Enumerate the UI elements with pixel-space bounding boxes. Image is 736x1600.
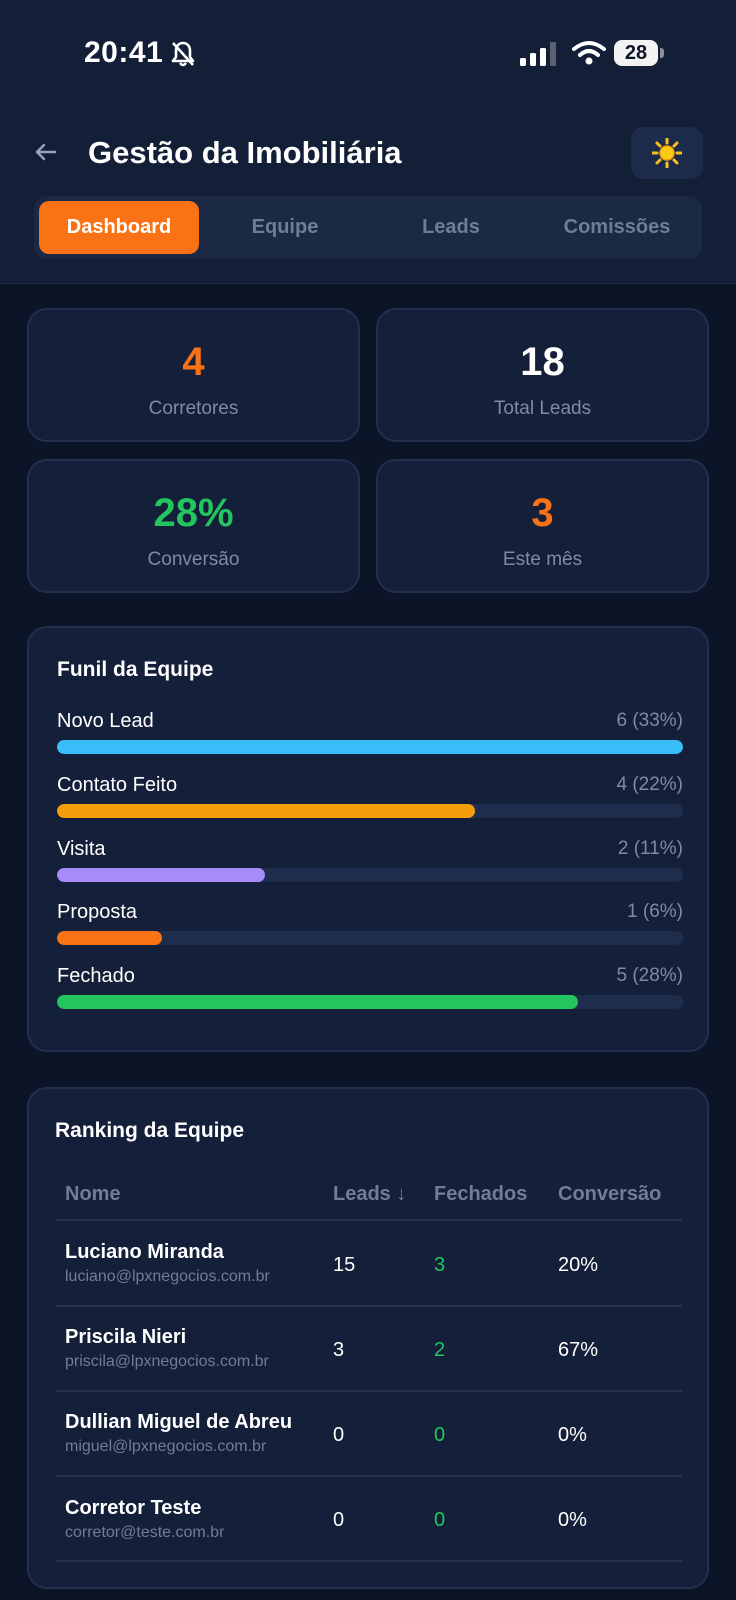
- funnel-stage-novo-lead: Novo Lead 6 (33%): [57, 710, 683, 760]
- stage-label: Novo Lead: [57, 710, 154, 732]
- stat-value: 28%: [153, 491, 234, 535]
- row-name: Dullian Miguel de Abreu: [65, 1411, 293, 1433]
- stage-track: [57, 931, 683, 945]
- stat-card-total-leads: 18 Total Leads: [376, 308, 709, 442]
- stage-label: Proposta: [57, 901, 138, 923]
- stage-label: Fechado: [57, 965, 135, 987]
- tab-dashboard[interactable]: Dashboard: [39, 201, 199, 254]
- funnel-stage-visita: Visita 2 (11%): [57, 838, 683, 888]
- row-email: miguel@lpxnegocios.com.br: [65, 1438, 267, 1455]
- tab-comissoes[interactable]: Comissões: [537, 201, 697, 254]
- row-leads: 15: [333, 1254, 356, 1276]
- row-leads: 0: [333, 1424, 345, 1446]
- row-name: Corretor Teste: [65, 1497, 202, 1519]
- row-closed: 0: [434, 1424, 446, 1446]
- stage-count: 2 (11%): [617, 838, 683, 859]
- stat-card-este-mes: 3 Este mês: [376, 459, 709, 593]
- stage-count: 5 (28%): [616, 965, 683, 986]
- stage-bar: [57, 868, 266, 882]
- funnel-stage-contato-feito: Contato Feito 4 (22%): [57, 774, 683, 824]
- stat-value: 3: [531, 491, 554, 535]
- stage-count: 6 (33%): [616, 710, 683, 731]
- row-closed: 3: [434, 1254, 446, 1276]
- stage-label: Contato Feito: [57, 774, 178, 796]
- stat-card-corretores: 4 Corretores: [27, 308, 360, 442]
- funnel-stage-fechado: Fechado 5 (28%): [57, 965, 683, 1015]
- stat-label: Conversão: [147, 549, 240, 570]
- row-email: priscila@lpxnegocios.com.br: [65, 1353, 269, 1370]
- stage-bar: [57, 804, 475, 818]
- stage-bar: [57, 931, 162, 945]
- status-time: 20:41: [84, 36, 164, 69]
- stage-track: [57, 804, 683, 818]
- table-divider: [56, 1390, 682, 1392]
- tab-equipe[interactable]: Equipe: [205, 201, 365, 254]
- theme-toggle-button[interactable]: [631, 127, 703, 179]
- tab-leads[interactable]: Leads: [371, 201, 531, 254]
- column-header-name[interactable]: Nome: [65, 1183, 121, 1206]
- bell-muted-icon: [171, 41, 195, 67]
- row-name: Luciano Miranda: [65, 1241, 224, 1263]
- column-header-leads[interactable]: Leads ↓: [333, 1183, 406, 1206]
- table-divider: [56, 1560, 682, 1562]
- stage-track: [57, 995, 683, 1009]
- stage-track: [57, 740, 683, 754]
- back-arrow-icon[interactable]: [34, 140, 58, 164]
- table-divider: [56, 1475, 682, 1477]
- battery-level: 28: [614, 40, 658, 66]
- funnel-card: Funil da Equipe Novo Lead 6 (33%) Contat…: [27, 626, 709, 1052]
- row-name: Priscila Nieri: [65, 1326, 187, 1348]
- stage-track: [57, 868, 683, 882]
- sun-icon: [652, 138, 682, 168]
- column-header-conversion[interactable]: Conversão: [558, 1183, 661, 1206]
- page-title: Gestão da Imobiliária: [88, 135, 402, 170]
- table-divider: [56, 1305, 682, 1307]
- stat-card-conversao: 28% Conversão: [27, 459, 360, 593]
- row-conversion: 20%: [558, 1254, 599, 1276]
- row-email: corretor@teste.com.br: [65, 1524, 225, 1541]
- ranking-title: Ranking da Equipe: [55, 1119, 245, 1142]
- column-header-closed[interactable]: Fechados: [434, 1183, 527, 1206]
- row-email: luciano@lpxnegocios.com.br: [65, 1268, 270, 1285]
- funnel-stage-proposta: Proposta 1 (6%): [57, 901, 683, 951]
- stage-count: 4 (22%): [616, 774, 683, 795]
- row-leads: 0: [333, 1509, 345, 1531]
- battery-tip: [660, 48, 664, 58]
- stat-label: Este mês: [502, 549, 583, 570]
- stat-value: 4: [182, 340, 205, 384]
- stage-bar: [57, 740, 683, 754]
- funnel-title: Funil da Equipe: [57, 658, 214, 681]
- row-closed: 0: [434, 1509, 446, 1531]
- row-conversion: 0%: [558, 1424, 587, 1446]
- signal-icon: [520, 42, 556, 66]
- tab-bar: Dashboard Equipe Leads Comissões: [34, 196, 702, 259]
- table-divider: [56, 1219, 682, 1221]
- stat-label: Total Leads: [493, 398, 592, 419]
- row-closed: 2: [434, 1339, 446, 1361]
- stage-count: 1 (6%): [627, 901, 683, 922]
- row-conversion: 67%: [558, 1339, 599, 1361]
- stat-label: Corretores: [148, 398, 239, 419]
- wifi-icon: [572, 41, 606, 65]
- row-conversion: 0%: [558, 1509, 587, 1531]
- battery-indicator: 28: [614, 40, 664, 68]
- stage-label: Visita: [57, 838, 106, 860]
- stage-bar: [57, 995, 579, 1009]
- stat-value: 18: [520, 340, 565, 384]
- row-leads: 3: [333, 1339, 345, 1361]
